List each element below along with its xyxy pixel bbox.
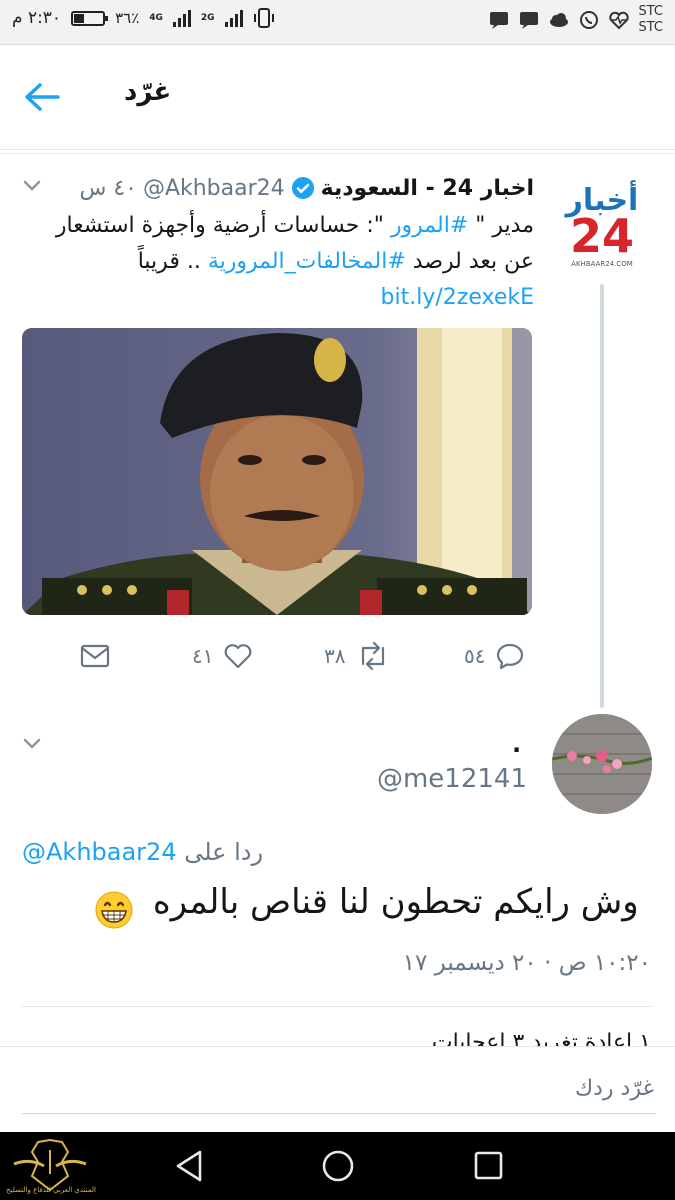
- replying-to: ردا على @Akhbaar24: [22, 838, 263, 866]
- retweet-icon: [362, 642, 385, 670]
- tweet-text-part: .. قريباً: [137, 249, 208, 274]
- tweet-time: ٤٠ س: [79, 175, 137, 201]
- reply-bubble-icon: [497, 643, 524, 670]
- page-title: غرّد: [124, 77, 172, 107]
- signal-icon: [172, 9, 191, 27]
- officer-photo: [22, 328, 532, 615]
- hashtag-link[interactable]: #المرور: [391, 213, 468, 238]
- status-time: ٢:٣٠ م: [12, 8, 62, 28]
- status-right: STC STC: [488, 4, 663, 36]
- signal-icon: [224, 9, 243, 27]
- tweet-header: اخبار 24 - السعودية @Akhbaar24 ٤٠ س: [22, 170, 534, 206]
- retweet-count: ٣٨: [324, 644, 346, 668]
- whatsapp-icon: [578, 10, 600, 30]
- like-button[interactable]: ٤١: [192, 636, 253, 676]
- chat-icon: [518, 10, 540, 30]
- tweet-actions: ٤١ ٣٨ ٥٤: [80, 636, 540, 676]
- author-name[interactable]: اخبار 24 - السعودية: [321, 176, 534, 201]
- logo-url: AKHBAAR24.COM: [571, 260, 633, 268]
- flowers-avatar-image: [552, 714, 652, 814]
- dm-button[interactable]: [80, 636, 110, 676]
- verified-badge-icon: [291, 177, 314, 199]
- reply-count: ٥٤: [464, 644, 486, 668]
- heart-rate-icon: [608, 10, 630, 30]
- chevron-down-icon[interactable]: [22, 736, 42, 752]
- avatar[interactable]: أخبار 24 AKHBAAR24.COM: [559, 176, 645, 274]
- back-button[interactable]: [20, 77, 64, 117]
- divider: [0, 153, 675, 154]
- author-handle[interactable]: @Akhbaar24: [143, 176, 285, 201]
- tweet-text-part: مدير ": [468, 213, 534, 238]
- network-4g-label: 4G: [149, 12, 163, 23]
- heart-icon: [225, 644, 252, 669]
- watermark-text: المنتدى العربي للدفاع والتسليح: [6, 1186, 96, 1194]
- reply-input[interactable]: [22, 1063, 656, 1114]
- home-circle-icon[interactable]: [318, 1148, 358, 1184]
- reply-author-handle[interactable]: @me12141: [377, 764, 527, 794]
- cloud-icon: [548, 10, 570, 30]
- like-count: ٤١: [192, 644, 214, 668]
- tweet-photo[interactable]: [22, 328, 532, 615]
- reply-author-name[interactable]: .: [512, 730, 521, 758]
- divider: [22, 1006, 652, 1007]
- network-2g-label: 2G: [200, 12, 215, 23]
- grinning-face-emoji: [95, 891, 133, 929]
- tweet-text: مدير " #المرور ": حساسات أرضية وأجهزة اس…: [22, 208, 534, 316]
- battery-percent: ٣٦٪: [115, 9, 140, 27]
- reply-timestamp: ١٠:٢٠ ص · ٢٠ ديسمبر ١٧: [402, 950, 651, 976]
- replying-to-label: ردا على: [184, 838, 264, 866]
- back-triangle-icon[interactable]: [170, 1148, 210, 1184]
- compose-bar: [0, 1046, 675, 1133]
- chat-icon: [488, 10, 510, 30]
- app-bar: غرّد: [0, 45, 675, 150]
- status-bar: ٢:٣٠ م ٣٦٪ 4G 2G STC STC: [0, 0, 675, 45]
- carrier-1: STC: [638, 4, 663, 19]
- retweet-button[interactable]: ٣٨: [324, 636, 391, 676]
- logo-number: 24: [570, 209, 634, 263]
- hashtag-link[interactable]: #المخالفات_المرورية: [208, 249, 406, 274]
- recents-square-icon[interactable]: [468, 1148, 508, 1184]
- envelope-icon: [80, 644, 110, 668]
- reply-text: وش رايكم تحطون لنا قناص بالمره: [92, 882, 639, 922]
- replying-to-handle[interactable]: @Akhbaar24: [22, 838, 177, 866]
- vibrate-icon: [253, 8, 275, 28]
- url-link[interactable]: bit.ly/2zexekE: [381, 285, 534, 310]
- reply-text-content: وش رايكم تحطون لنا قناص بالمره: [152, 882, 639, 922]
- akhbaar24-logo: أخبار 24 AKHBAAR24.COM: [564, 180, 639, 268]
- battery-icon: [71, 10, 109, 26]
- thread-connector: [600, 284, 604, 708]
- carrier-2: STC: [638, 20, 663, 35]
- arrow-left-icon: [25, 83, 60, 111]
- avatar[interactable]: [552, 714, 652, 814]
- reply-button[interactable]: ٥٤: [464, 636, 525, 676]
- carrier-labels: STC STC: [638, 4, 663, 36]
- status-left: ٢:٣٠ م ٣٦٪ 4G 2G: [12, 8, 275, 28]
- chevron-down-icon[interactable]: [22, 178, 42, 194]
- system-nav-bar: [0, 1132, 675, 1200]
